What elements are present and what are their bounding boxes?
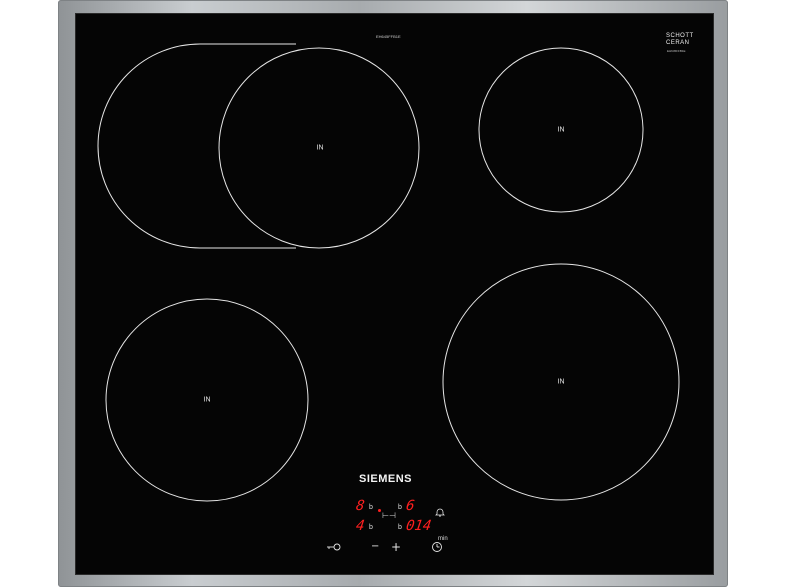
cooking-zones-layer [97, 43, 680, 502]
model-code: EH645FFB1E [376, 34, 401, 39]
rear-right-zone-label[interactable]: IN [558, 127, 565, 134]
ceran-logo-line2: CERAN [666, 40, 690, 46]
flex-zone-outline [97, 43, 296, 249]
timer-clock-icon[interactable] [431, 541, 443, 553]
timer-display: 014 [404, 518, 433, 534]
power-dot [378, 509, 381, 512]
booster-label-bottom-right: b [398, 524, 402, 531]
schott-logo-line1: SCHOTT [666, 33, 694, 39]
booster-label-bottom-left: b [369, 524, 373, 531]
flex-zone-label[interactable]: IN [317, 145, 324, 152]
flex-link-icon[interactable]: ⊢⊣ [382, 511, 396, 520]
brand-logo: SIEMENS [359, 473, 413, 485]
minus-button[interactable]: − [371, 542, 379, 552]
plus-button[interactable]: + [391, 541, 401, 553]
glass-sub-code: EH645FFB1E [667, 49, 686, 53]
booster-label-top-right: b [398, 504, 402, 511]
front-right-zone-label[interactable]: IN [558, 379, 565, 386]
booster-label-top-left: b [369, 504, 373, 511]
child-lock-key-icon[interactable] [326, 542, 342, 552]
front-left-zone-label[interactable]: IN [204, 397, 211, 404]
bell-icon[interactable] [435, 507, 445, 517]
